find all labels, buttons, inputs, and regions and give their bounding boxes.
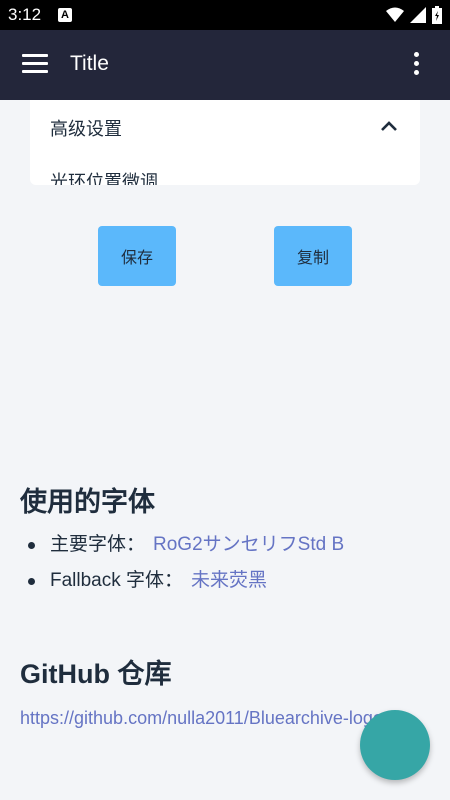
signal-icon: [410, 7, 426, 23]
advanced-settings-panel: 高级设置 光环位置微调: [30, 100, 420, 185]
app-bar: Title: [0, 30, 450, 100]
list-item: 主要字体： RoG2サンセリフStd B: [20, 530, 344, 566]
menu-icon[interactable]: [22, 54, 48, 76]
copy-button[interactable]: 复制: [274, 226, 352, 286]
wifi-icon: [386, 7, 404, 22]
font-label: Fallback 字体：: [50, 570, 184, 591]
more-options-icon[interactable]: [414, 52, 422, 78]
font-label: 主要字体：: [50, 534, 146, 555]
font-link[interactable]: 未来荧黑: [191, 570, 267, 591]
battery-icon: [432, 6, 442, 24]
advanced-settings-header[interactable]: 高级设置: [50, 115, 122, 141]
halo-position-item: 光环位置微调: [50, 172, 158, 185]
bullet-icon: [28, 542, 35, 549]
github-heading: GitHub 仓库: [20, 659, 172, 689]
bullet-icon: [28, 578, 35, 585]
font-link[interactable]: RoG2サンセリフStd B: [153, 534, 344, 555]
app-title: Title: [70, 52, 109, 75]
notification-icon: A: [58, 8, 72, 22]
chevron-up-icon[interactable]: [380, 120, 398, 132]
floating-action-button[interactable]: [360, 710, 430, 780]
status-bar: 3:12 A: [0, 0, 450, 30]
status-time: 3:12: [8, 5, 42, 24]
fonts-list: 主要字体： RoG2サンセリフStd B Fallback 字体： 未来荧黑: [20, 530, 344, 602]
status-icons: [386, 6, 442, 24]
save-button[interactable]: 保存: [98, 226, 176, 286]
list-item: Fallback 字体： 未来荧黑: [20, 566, 344, 602]
fonts-heading: 使用的字体: [20, 487, 155, 517]
github-link[interactable]: https://github.com/nulla2011/Bluearchive…: [20, 704, 400, 732]
